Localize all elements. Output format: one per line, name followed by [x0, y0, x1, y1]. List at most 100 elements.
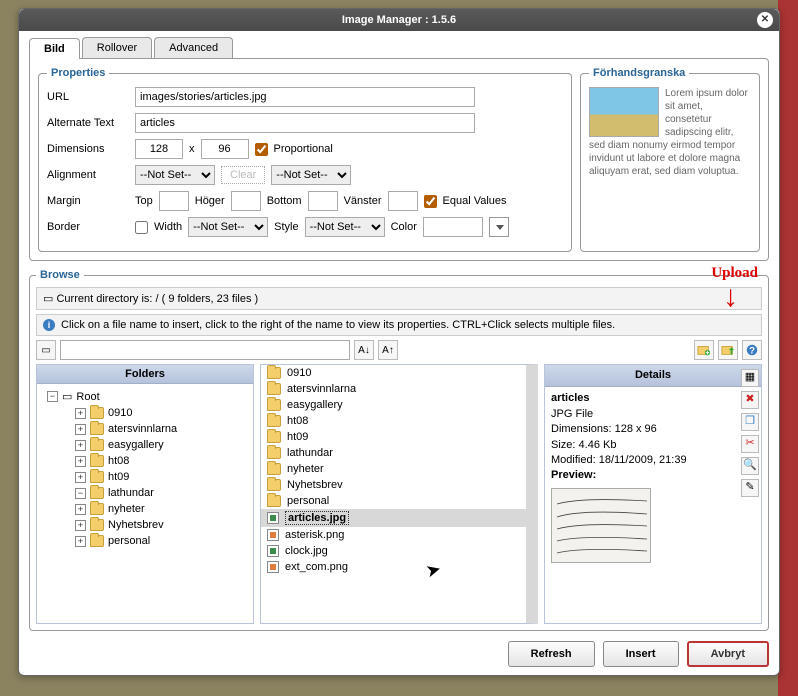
alt-label: Alternate Text	[47, 117, 129, 129]
details-mod: 18/11/2009, 21:39	[599, 454, 687, 466]
sort-name-asc-icon[interactable]: A↓	[354, 340, 374, 360]
border-color-input[interactable]	[423, 217, 483, 237]
insert-button[interactable]: Insert	[603, 641, 679, 667]
path-input[interactable]	[60, 340, 350, 360]
tab-advanced[interactable]: Advanced	[154, 37, 233, 58]
upload-icon[interactable]	[718, 340, 738, 360]
sort-name-desc-icon[interactable]: A↑	[378, 340, 398, 360]
equal-values-label: Equal Values	[443, 195, 507, 207]
alt-input[interactable]	[135, 113, 475, 133]
clear-button[interactable]: Clear	[221, 166, 265, 184]
cut-icon[interactable]: ✂	[741, 435, 759, 453]
tab-rollover[interactable]: Rollover	[82, 37, 152, 58]
file-row-folder[interactable]: easygallery	[261, 397, 526, 413]
dim-x: x	[189, 143, 195, 155]
properties-legend: Properties	[47, 67, 109, 79]
tree-node[interactable]: + atersvinnlarna	[47, 421, 249, 437]
image-file-icon	[267, 545, 279, 557]
file-row-folder[interactable]: personal	[261, 493, 526, 509]
drive-button[interactable]: ▭	[36, 340, 56, 360]
tree-node-label: nyheter	[108, 503, 145, 515]
refresh-button[interactable]: Refresh	[508, 641, 595, 667]
tree-node[interactable]: +easygallery	[47, 437, 249, 453]
file-row-image[interactable]: ext_com.png	[261, 559, 526, 575]
align-select[interactable]: --Not Set--	[135, 165, 215, 185]
url-input[interactable]	[135, 87, 475, 107]
tree-node[interactable]: + nyheter	[47, 501, 249, 517]
folder-icon	[90, 519, 104, 531]
expand-icon[interactable]: +	[75, 440, 86, 451]
tree-node[interactable]: +ht08	[47, 453, 249, 469]
copy-icon[interactable]: ❐	[741, 413, 759, 431]
expand-icon[interactable]: +	[75, 520, 86, 531]
hint-bar: i Click on a file name to insert, click …	[36, 314, 762, 336]
properties-icon[interactable]: ▦	[741, 369, 759, 387]
drive-icon: ▭	[62, 390, 72, 403]
details-type: JPG File	[551, 407, 735, 422]
url-label: URL	[47, 91, 129, 103]
help-icon[interactable]: ?	[742, 340, 762, 360]
zoom-icon[interactable]: 🔍	[741, 457, 759, 475]
file-row-folder[interactable]: atersvinnlarna	[261, 381, 526, 397]
margin-bottom-input[interactable]	[308, 191, 338, 211]
expand-icon[interactable]: +	[75, 536, 86, 547]
file-row-folder[interactable]: Nyhetsbrev	[261, 477, 526, 493]
details-size: 4.46 Kb	[579, 439, 617, 451]
margin-right-input[interactable]	[231, 191, 261, 211]
tree-node[interactable]: +0910	[47, 405, 249, 421]
expand-icon[interactable]: +	[75, 472, 86, 483]
file-row-folder[interactable]: ht09	[261, 429, 526, 445]
border-width-select[interactable]: --Not Set--	[188, 217, 268, 237]
margin-left-input[interactable]	[388, 191, 418, 211]
close-icon[interactable]: ✕	[757, 12, 773, 28]
file-name: nyheter	[287, 463, 324, 475]
tree-node-label: atersvinnlarna	[108, 423, 177, 435]
new-folder-icon[interactable]	[694, 340, 714, 360]
width-input[interactable]	[135, 139, 183, 159]
file-row-folder[interactable]: lathundar	[261, 445, 526, 461]
tree-node[interactable]: −lathundar	[47, 485, 249, 501]
files-pane[interactable]: 0910atersvinnlarnaeasygalleryht08ht09 lat…	[260, 364, 538, 624]
collapse-icon[interactable]: −	[47, 391, 58, 402]
folder-icon	[90, 407, 104, 419]
tree-node[interactable]: +ht09	[47, 469, 249, 485]
current-directory-bar: ▭ Current directory is: / ( 9 folders, 2…	[36, 287, 762, 310]
file-row-selected[interactable]: articles.jpg	[261, 509, 526, 527]
svg-text:?: ?	[749, 346, 755, 357]
tree-node[interactable]: +Nyhetsbrev	[47, 517, 249, 533]
file-row-image[interactable]: asterisk.png	[261, 527, 526, 543]
expand-icon[interactable]: +	[75, 408, 86, 419]
expand-icon[interactable]: +	[75, 456, 86, 467]
expand-icon[interactable]: +	[75, 424, 86, 435]
edit-icon[interactable]: ✎	[741, 479, 759, 497]
tab-bild[interactable]: Bild	[29, 38, 80, 59]
proportional-checkbox[interactable]	[255, 143, 268, 156]
height-input[interactable]	[201, 139, 249, 159]
file-row-folder[interactable]: ht08	[261, 413, 526, 429]
folders-header: Folders	[37, 365, 253, 384]
folder-icon	[267, 463, 281, 475]
titlebar[interactable]: Image Manager : 1.5.6 ✕	[19, 9, 779, 31]
file-row-folder[interactable]: nyheter	[261, 461, 526, 477]
expand-icon[interactable]: −	[75, 488, 86, 499]
folder-icon	[90, 535, 104, 547]
tab-bar: Bild Rollover Advanced	[29, 37, 769, 58]
cancel-button[interactable]: Avbryt	[687, 641, 769, 667]
margin-top-input[interactable]	[159, 191, 189, 211]
file-row-folder[interactable]: 0910	[261, 365, 526, 381]
file-name: lathundar	[287, 447, 333, 459]
drive-icon: ▭	[43, 293, 53, 305]
file-row-image[interactable]: clock.jpg	[261, 543, 526, 559]
equal-values-checkbox[interactable]	[424, 195, 437, 208]
expand-icon[interactable]: +	[75, 504, 86, 515]
clear-select[interactable]: --Not Set--	[271, 165, 351, 185]
tree-node-label: 0910	[108, 407, 132, 419]
border-width-checkbox[interactable]	[135, 221, 148, 234]
border-style-select[interactable]: --Not Set--	[305, 217, 385, 237]
border-label: Border	[47, 221, 129, 233]
tree-node[interactable]: +personal	[47, 533, 249, 549]
color-picker-icon[interactable]	[489, 217, 509, 237]
delete-icon[interactable]: ✖	[741, 391, 759, 409]
margin-right-label: Höger	[195, 195, 225, 207]
tree-root[interactable]: −▭Root	[47, 388, 249, 405]
